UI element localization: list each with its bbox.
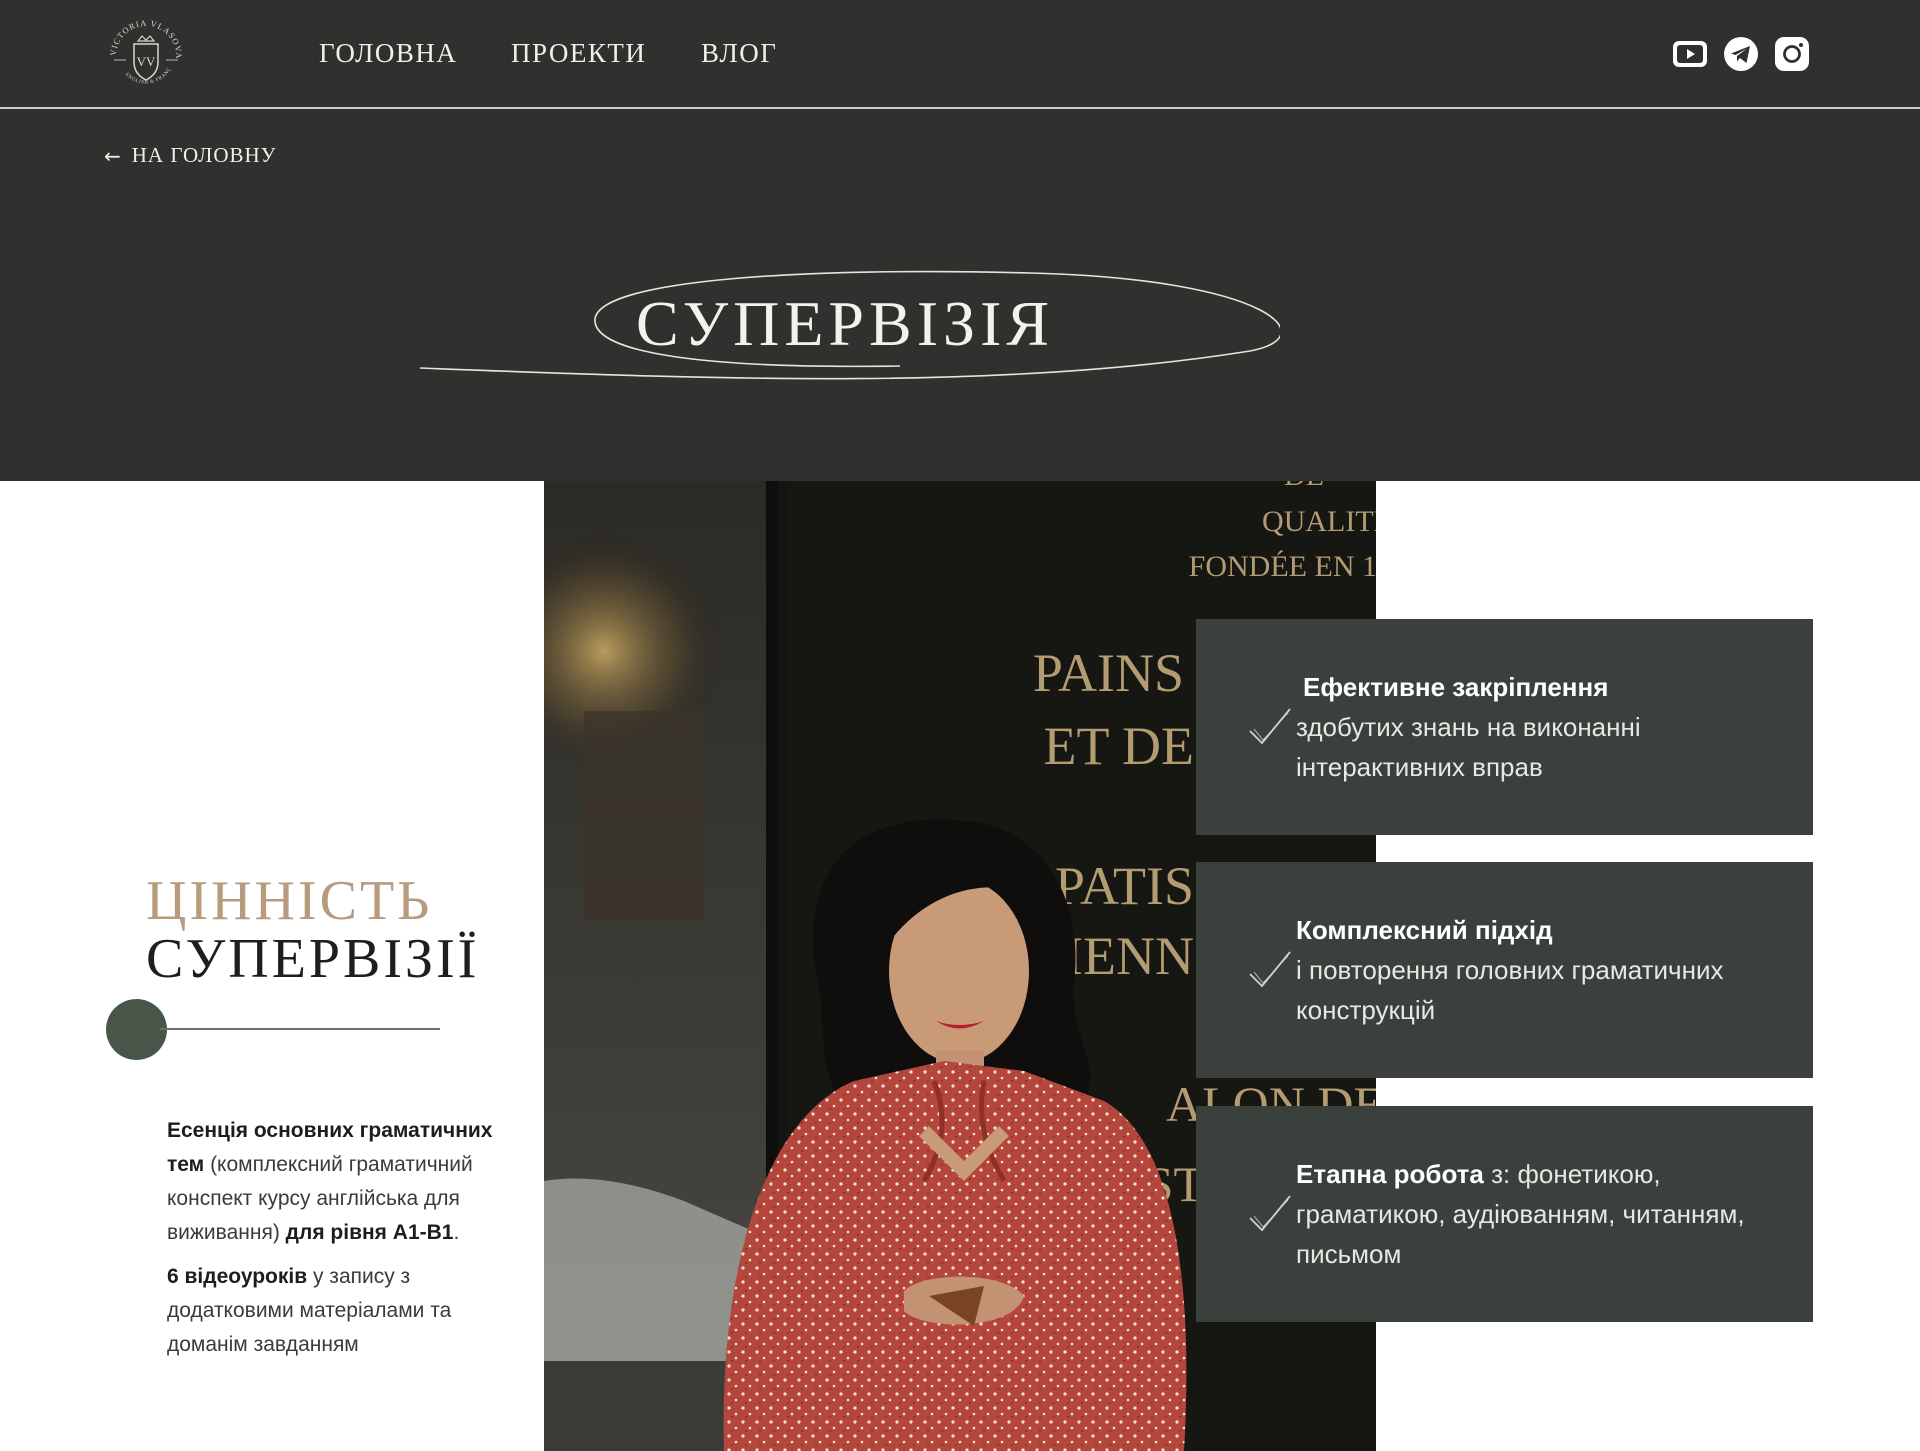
value-heading-line1: ЦІННІСТЬ [146, 870, 433, 932]
sign-text: PAINS [1033, 643, 1184, 703]
back-to-home-link[interactable]: ← НА ГОЛОВНУ [104, 143, 277, 168]
checkmark-icon [1248, 1194, 1292, 1234]
desc-text: . [453, 1221, 460, 1244]
logo[interactable]: VICTORIA VLASOVA ENGLISH & FRANÇAIS VV [102, 9, 188, 96]
desc-paragraph-2: 6 відеоуроків у запису з додатковими мат… [167, 1260, 522, 1362]
feature-card: Етапна робота з: фонетикою, граматикою, … [1196, 1106, 1813, 1322]
desc-emphasis: для рівня А1-В1 [285, 1221, 454, 1244]
nav-item-projects[interactable]: ПРОЕКТИ [511, 38, 646, 69]
sign-text: ET DE [1044, 716, 1194, 776]
page-title: СУПЕРВІЗІЯ [635, 288, 1055, 359]
divider-line [160, 1028, 440, 1030]
desc-paragraph-1: Есенція основних граматичних тем (компле… [167, 1114, 522, 1250]
feature-card: Ефективне закріплення здобутих знань на … [1196, 619, 1813, 835]
arrow-left-icon: ← [104, 143, 122, 168]
title-block: СУПЕРВІЗІЯ [410, 259, 1280, 399]
feature-card-text: Ефективне закріплення здобутих знань на … [1296, 667, 1786, 787]
accent-dot [106, 999, 167, 1060]
site-header: VICTORIA VLASOVA ENGLISH & FRANÇAIS VV Г… [0, 0, 1920, 109]
nav-item-home[interactable]: ГОЛОВНА [319, 38, 457, 69]
value-description: Есенція основних граматичних тем (компле… [167, 1114, 522, 1372]
feature-card-title: Етапна робота [1296, 1159, 1484, 1189]
value-heading: ЦІННІСТЬ СУПЕРВІЗІЇ [146, 872, 479, 988]
feature-card-text: Комплексний підхід і повторення головних… [1296, 910, 1786, 1030]
feature-card-text: Етапна робота з: фонетикою, граматикою, … [1296, 1154, 1786, 1274]
feature-card-title: Ефективне закріплення [1303, 672, 1609, 702]
youtube-icon[interactable] [1672, 36, 1708, 72]
feature-card: Комплексний підхід і повторення головних… [1196, 862, 1813, 1078]
value-heading-line2: СУПЕРВІЗІЇ [146, 928, 480, 990]
back-link-label: НА ГОЛОВНУ [131, 143, 277, 167]
sign-text: PATIS [1055, 856, 1194, 916]
nav-item-vlog[interactable]: ВЛОГ [701, 38, 777, 69]
feature-card-body: і повторення головних граматичних констр… [1296, 955, 1724, 1025]
checkmark-icon [1248, 950, 1292, 990]
hero-section: ← НА ГОЛОВНУ СУПЕРВІЗІЯ [0, 109, 1920, 481]
feature-card-body: здобутих знань на виконанні інтерактивни… [1296, 712, 1641, 782]
feature-card-title: Комплексний підхід [1296, 915, 1553, 945]
logo-monogram: VV [137, 54, 156, 69]
instagram-icon[interactable] [1774, 36, 1810, 72]
checkmark-icon [1248, 707, 1292, 747]
telegram-icon[interactable] [1723, 36, 1759, 72]
desc-emphasis: 6 відеоуроків [167, 1265, 308, 1288]
